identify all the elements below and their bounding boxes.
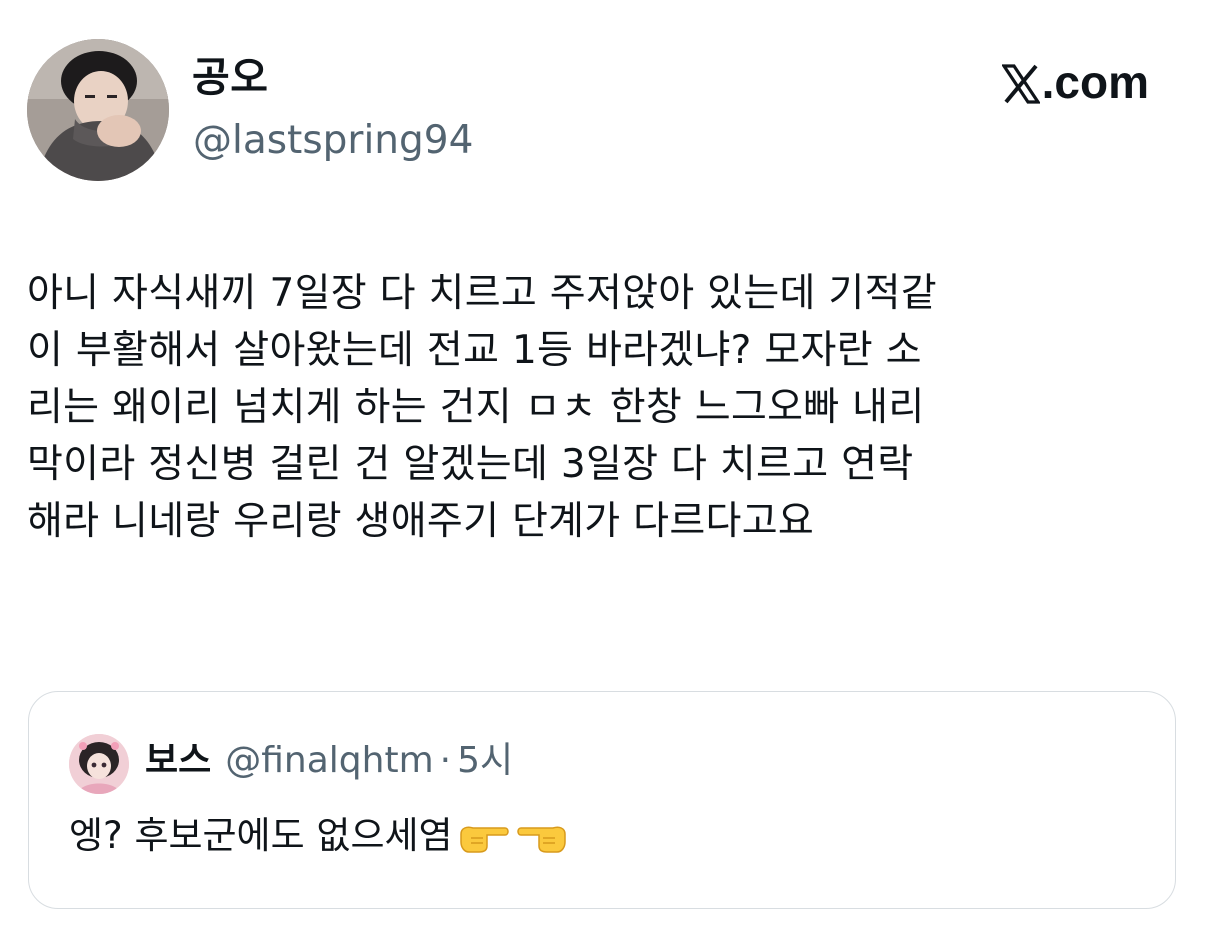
- quoted-tweet-text-row: 엥? 후보군에도 없으세염: [69, 812, 569, 860]
- meta-separator: ·: [439, 740, 452, 781]
- quoted-tweet-text: 엥? 후보군에도 없으세염: [69, 814, 453, 857]
- tweet-body-text: 아니 자식새끼 7일장 다 치르고 주저앉아 있는데 기적같 이 부활해서 살아…: [27, 271, 937, 544]
- x-com-brand: .com: [1000, 56, 1149, 108]
- quoted-tweet-timestamp[interactable]: 5시: [457, 738, 513, 784]
- brand-domain-text: .com: [1041, 56, 1149, 108]
- quoted-author-display-name[interactable]: 보스: [145, 738, 211, 784]
- quoted-author-handle[interactable]: @finalqhtm: [225, 738, 433, 784]
- quoted-tweet-card[interactable]: 보스 @finalqhtm · 5시 엥? 후보군에도 없으세염: [28, 691, 1176, 909]
- quoted-author-avatar[interactable]: [69, 734, 129, 794]
- pointing-right-hand-icon: [457, 816, 511, 856]
- pointing-left-hand-icon: [515, 816, 569, 856]
- x-logo-icon: [1000, 62, 1041, 104]
- author-display-name[interactable]: 공오: [192, 52, 268, 102]
- quoted-tweet-header: 보스 @finalqhtm · 5시: [145, 738, 513, 784]
- author-handle[interactable]: @lastspring94: [193, 117, 473, 165]
- author-avatar[interactable]: [27, 39, 169, 181]
